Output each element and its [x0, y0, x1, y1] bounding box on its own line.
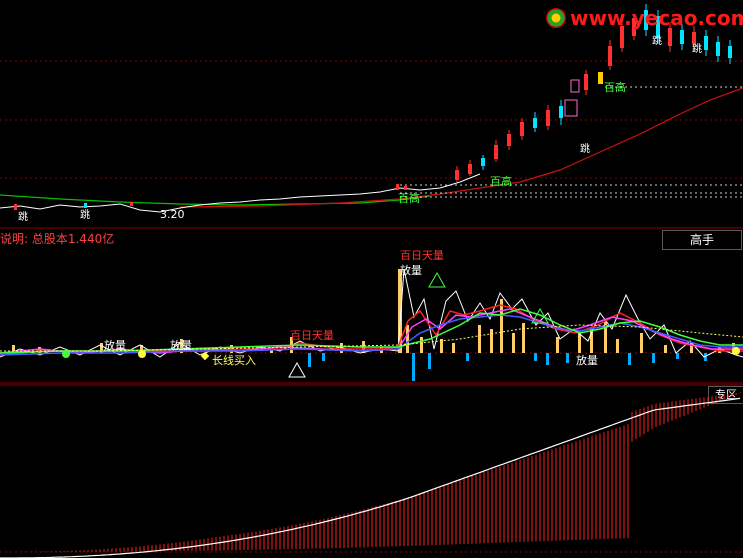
hundred-day-volume-label-1: 百日天量: [400, 249, 444, 262]
jump-mark-3: 跳: [580, 142, 590, 155]
jump-mark-4: 跳: [652, 34, 662, 47]
price-grid: [0, 60, 743, 179]
low-price-label: 3.20: [160, 208, 185, 221]
volume-indicator-pane[interactable]: 百日天量 百日天量 放量 放量 放量 放量 长线买入: [0, 229, 743, 384]
volume-surge-label-2: 放量: [104, 338, 126, 352]
volume-surge-label-3: 放量: [170, 338, 192, 352]
jump-mark-5: 跳: [692, 42, 702, 55]
long-term-buy-label: 长线买入: [212, 353, 256, 367]
high-reference-lines: [400, 86, 743, 198]
logo-text: www.yecao.com: [570, 6, 743, 30]
yecao-logo-icon: [546, 8, 566, 28]
jump-mark-2: 跳: [80, 208, 90, 221]
hundred-high-mark-2: 百高: [490, 174, 512, 188]
jump-mark-1: 跳: [18, 210, 28, 223]
macd-pane[interactable]: [0, 384, 743, 558]
hundred-high-mark-1: 百高: [398, 191, 420, 205]
volume-surge-label-1: 放量: [400, 263, 422, 277]
ma-rising-red: [179, 87, 743, 208]
macd-histogram: [3, 392, 741, 552]
watermark-logo: www.yecao.com: [546, 6, 743, 30]
macd-signal-line: [0, 397, 741, 558]
hundred-high-mark-3: 百高: [604, 80, 626, 94]
volume-surge-label-4: 放量: [576, 353, 598, 367]
hundred-day-volume-label-2: 百日天量: [290, 329, 334, 342]
price-chart-pane[interactable]: 跳 跳 跳 跳 跳 3.20 百高 百高 百高 www.yecao.com: [0, 0, 743, 229]
